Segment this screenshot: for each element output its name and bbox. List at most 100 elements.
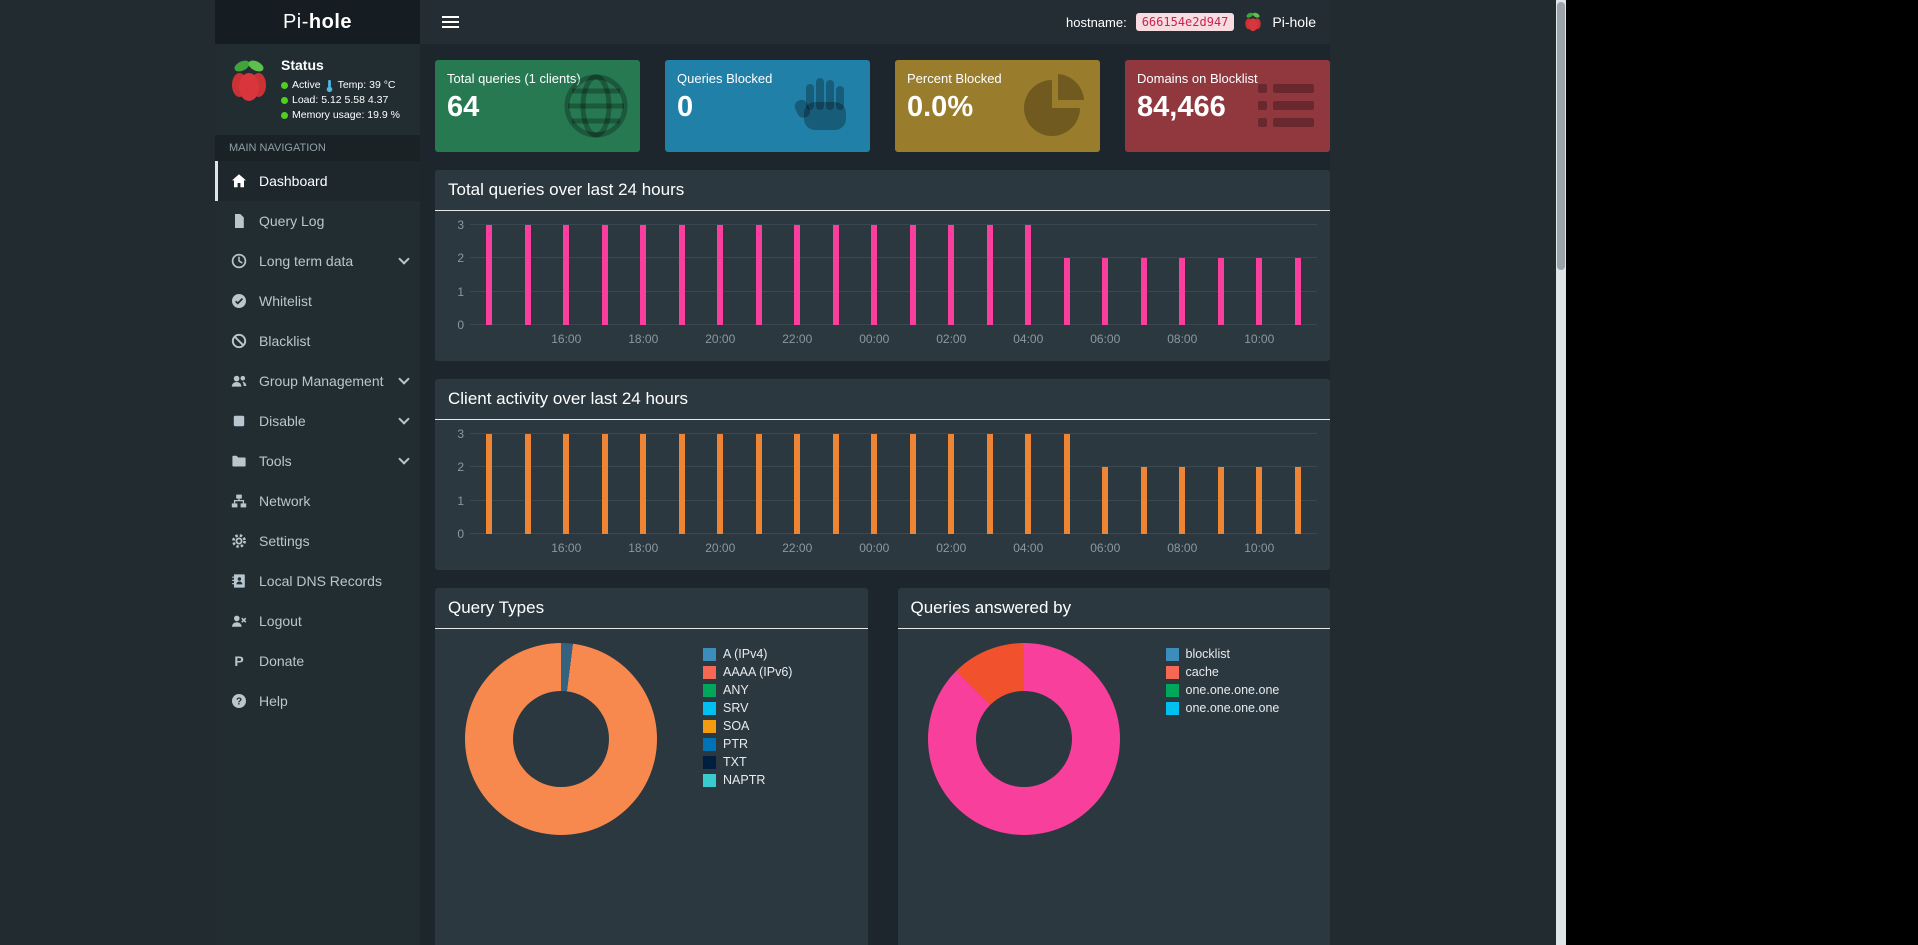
x-tick-label: 10:00	[1244, 332, 1275, 346]
panel-client-activity: Client activity over last 24 hours 0123 …	[435, 379, 1330, 570]
sidebar-item-donate[interactable]: P Donate	[215, 641, 420, 681]
status-line-active: Active Temp: 39 °C	[281, 78, 400, 93]
status-dot-icon	[281, 97, 288, 104]
legend-item[interactable]: one.one.one.one	[1165, 681, 1279, 699]
plot-area	[470, 433, 1317, 534]
sidebar-item-network[interactable]: Network	[215, 481, 420, 521]
sidebar-item-group-management[interactable]: Group Management	[215, 361, 420, 401]
legend-item[interactable]: A (IPv4)	[703, 645, 792, 663]
hand-icon	[794, 78, 846, 130]
sidebar-item-query-log[interactable]: Query Log	[215, 201, 420, 241]
x-tick-label: 00:00	[859, 332, 890, 346]
sidebar-item-tools[interactable]: Tools	[215, 441, 420, 481]
sidebar-item-dashboard[interactable]: Dashboard	[215, 161, 420, 201]
x-tick-label: 06:00	[1090, 541, 1121, 555]
chart-bar	[832, 225, 839, 325]
chart-bar	[1140, 258, 1147, 325]
app-wrapper: Pi-hole hostname: 666154e2d947 Pi-hole S…	[215, 0, 1330, 945]
chart-bar	[1140, 467, 1147, 534]
status-dot-icon	[281, 82, 288, 89]
sidebar-item-local-dns-records[interactable]: Local DNS Records	[215, 561, 420, 601]
x-tick-label: 22:00	[782, 332, 813, 346]
chart-bar	[1102, 258, 1109, 325]
x-tick-label: 08:00	[1167, 332, 1198, 346]
legend-item[interactable]: blocklist	[1165, 645, 1280, 663]
chart-bar	[1063, 434, 1070, 534]
folder-icon	[229, 453, 249, 469]
sidebar-item-whitelist[interactable]: Whitelist	[215, 281, 420, 321]
chart-bar	[1256, 258, 1263, 325]
globe-icon	[564, 74, 628, 138]
legend-swatch-icon	[703, 773, 716, 787]
hostname-label: hostname:	[1066, 14, 1127, 30]
card-percent-blocked: Percent Blocked 0.0%	[895, 60, 1100, 152]
chart-bar	[678, 225, 685, 325]
list-icon	[1258, 84, 1314, 127]
panel-title: Query Types	[435, 588, 868, 629]
chart-bar	[640, 434, 647, 534]
sidebar-item-settings[interactable]: Settings	[215, 521, 420, 561]
network-icon	[229, 493, 249, 509]
legend-label: TXT	[723, 755, 747, 769]
chart-bar	[909, 434, 916, 534]
legend-item[interactable]: one.one.one.one	[1165, 699, 1279, 717]
legend-item[interactable]: TXT	[703, 753, 792, 771]
stop-icon	[229, 413, 249, 429]
paypal-icon: P	[229, 653, 249, 669]
legend-item[interactable]: SOA	[703, 717, 792, 735]
home-icon	[229, 173, 249, 189]
hostname-badge: 666154e2d947	[1135, 13, 1235, 31]
chart-bar	[871, 434, 878, 534]
sidebar-item-disable[interactable]: Disable	[215, 401, 420, 441]
users-icon	[229, 373, 249, 389]
legend-item[interactable]: ANY	[703, 681, 792, 699]
chart-bar	[1256, 467, 1263, 534]
chart-bar	[1063, 258, 1070, 325]
brand-label: Pi-hole	[1272, 14, 1316, 30]
sidebar-item-long-term-data[interactable]: Long term data	[215, 241, 420, 281]
panel-query-types: Query Types A (IPv4) AAAA (IPv6) ANY SRV SOA…	[435, 588, 868, 945]
query-types-donut-chart	[465, 643, 657, 835]
chart-bar	[640, 225, 647, 325]
legend-item[interactable]: NAPTR	[703, 771, 792, 789]
x-tick-label: 04:00	[1013, 541, 1044, 555]
legend-label: PTR	[723, 737, 748, 751]
chevron-down-icon	[398, 413, 410, 425]
chart-bar	[563, 434, 570, 534]
bottom-row: Query Types A (IPv4) AAAA (IPv6) ANY SRV SOA…	[435, 588, 1330, 945]
legend-item[interactable]: PTR	[703, 735, 792, 753]
address-book-icon	[229, 573, 249, 589]
x-tick-label: 00:00	[859, 541, 890, 555]
legend-swatch-icon	[703, 683, 716, 697]
sidebar-menu: Dashboard Query Log Long term data White…	[215, 161, 420, 721]
sidebar-item-blacklist[interactable]: Blacklist	[215, 321, 420, 361]
sidebar-item-logout[interactable]: Logout	[215, 601, 420, 641]
scrollbar-track[interactable]	[1556, 0, 1566, 945]
chart-bar	[832, 434, 839, 534]
chart-bar	[1025, 225, 1032, 325]
scrollbar-thumb[interactable]	[1557, 2, 1565, 270]
legend-swatch-icon	[703, 665, 716, 679]
chart-bar	[794, 434, 801, 534]
chart-bar	[524, 225, 531, 325]
legend-item[interactable]: SRV	[703, 699, 792, 717]
x-tick-label: 08:00	[1167, 541, 1198, 555]
chart-bar	[1217, 258, 1224, 325]
chart-bar	[909, 225, 916, 325]
sidebar-toggle-icon[interactable]	[442, 16, 459, 28]
sidebar-item-help[interactable]: ? Help	[215, 681, 420, 721]
legend-label: AAAA (IPv6)	[723, 665, 793, 679]
legend-swatch-icon	[703, 755, 716, 769]
status-dot-icon	[281, 112, 288, 119]
question-circle-icon: ?	[229, 693, 249, 709]
chart-bar	[563, 225, 570, 325]
chevron-down-icon	[398, 373, 410, 385]
legend-item[interactable]: AAAA (IPv6)	[703, 663, 792, 681]
chart-bar	[678, 434, 685, 534]
chart-bar	[1217, 467, 1224, 534]
legend-label: SOA	[723, 719, 750, 733]
legend-swatch-icon	[703, 719, 716, 733]
legend-item[interactable]: cache	[1165, 663, 1280, 681]
x-tick-label: 16:00	[551, 332, 582, 346]
status-panel: Status Active Temp: 39 °C Load: 5.12 5.5…	[215, 44, 420, 135]
